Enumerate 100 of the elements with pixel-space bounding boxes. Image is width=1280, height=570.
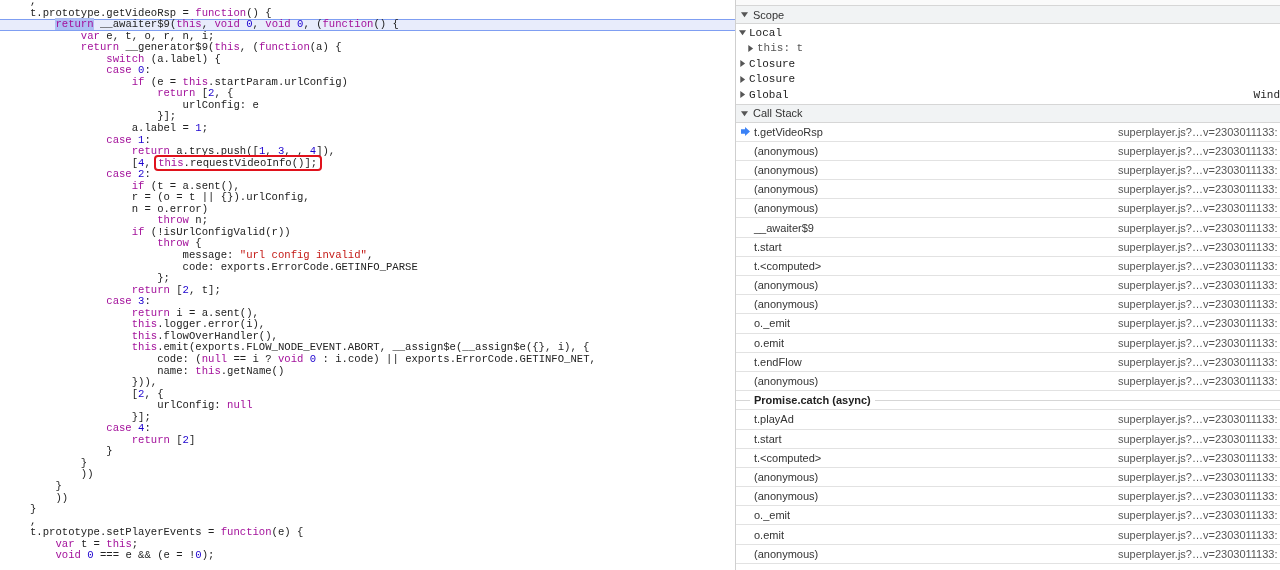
scope-item[interactable]: this: t [757,42,804,55]
frame-location[interactable]: superplayer.js?…v=2303011133: [1118,490,1280,503]
call-frame[interactable]: t.<computed> superplayer.js?…v=2303011133: [736,448,1280,468]
code-line: throw { [157,238,202,251]
code-line: t.prototype.getVideoRsp = function() { [29,7,273,19]
expanded-arrow-icon[interactable] [739,29,746,37]
expanded-arrow-icon[interactable] [741,109,748,117]
frame-location[interactable]: superplayer.js?…v=2303011133: [1118,298,1280,311]
call-frame[interactable]: (anonymous) superplayer.js?…v=2303011133: [736,180,1280,200]
call-frame[interactable]: o.emit superplayer.js?…v=2303011133: [736,333,1280,353]
code-line: case 2: [105,169,152,181]
collapsed-arrow-icon[interactable] [739,75,746,83]
frame-location[interactable]: superplayer.js?…v=2303011133: [1118,317,1280,330]
frame-location[interactable]: superplayer.js?…v=2303011133: [1118,202,1280,215]
code-line: this.logger.error(i), [130,319,267,331]
frame-location[interactable]: superplayer.js?…v=2303011133: [1118,432,1280,445]
scope-item[interactable]: Closure [749,57,796,70]
frame-location[interactable]: superplayer.js?…v=2303011133: [1118,221,1280,234]
scope-value: Wind [1253,88,1280,101]
code-line: t.prototype.setPlayerEvents = function(e) { [29,527,305,539]
call-frame[interactable]: (anonymous) superplayer.js?…v=2303011133: [736,295,1280,315]
frame-location[interactable]: superplayer.js?…v=2303011133: [1118,509,1280,522]
call-frame[interactable]: o.emit superplayer.js?…v=2303011133: [736,525,1280,545]
call-frame[interactable]: (anonymous) superplayer.js?…v=2303011133: [736,141,1280,161]
frame-name: __awaiter$9 [754,221,815,234]
frame-location[interactable]: superplayer.js?…v=2303011133: [1118,240,1280,253]
frame-location[interactable]: superplayer.js?…v=2303011133: [1118,528,1280,541]
code-line: } [79,457,88,470]
code-line: )) [54,492,70,505]
frame-name: o._emit [754,509,792,522]
async-label: Promise.catch (async) [753,394,872,407]
code-line: if (!isUrlConfigValid(r)) [130,226,292,239]
code-line: } [105,446,114,458]
code-line: }]; [156,111,178,123]
code-line: }]; [130,411,152,424]
code-line: name: this.getName() [156,365,286,378]
collapsed-arrow-icon[interactable] [739,60,746,68]
frame-location[interactable]: superplayer.js?…v=2303011133: [1118,355,1280,368]
expanded-arrow-icon[interactable] [741,11,748,18]
frame-location[interactable]: superplayer.js?…v=2303011133: [1118,183,1280,196]
code-line: case 0: [105,65,152,77]
frame-name: t.getVideoRsp [754,125,824,138]
frame-location[interactable]: superplayer.js?…v=2303011133: [1118,125,1280,138]
code-line: if (e = this.startParam.urlConfig) [130,76,349,89]
code-line: case 3: [105,296,152,308]
frame-location[interactable]: superplayer.js?…v=2303011133: [1118,336,1280,349]
call-frame[interactable]: t.getVideoRsp superplayer.js?…v=2303011133: [736,122,1280,142]
frame-name: (anonymous) [754,298,820,311]
collapsed-arrow-icon[interactable] [747,44,754,52]
call-frame[interactable]: __awaiter$9 superplayer.js?…v=2303011133: [736,218,1280,238]
scope-item[interactable]: Closure [749,73,796,86]
frame-location[interactable]: superplayer.js?…v=2303011133: [1118,144,1280,157]
call-frame[interactable]: (anonymous) superplayer.js?…v=2303011133: [736,160,1280,181]
call-frame[interactable]: (anonymous) superplayer.js?…v=2303011133: [736,199,1280,219]
frame-name: (anonymous) [754,279,820,292]
call-frame[interactable]: (anonymous) superplayer.js?…v=2303011133: [736,487,1280,507]
code-line: , [29,0,38,8]
call-frame[interactable]: t.<computed> superplayer.js?…v=2303011133: [736,256,1280,276]
frame-location[interactable]: superplayer.js?…v=2303011133: [1118,470,1280,483]
frame-location[interactable]: superplayer.js?…v=2303011133: [1118,375,1280,388]
frame-location[interactable]: superplayer.js?…v=2303011133: [1118,547,1280,560]
call-frame[interactable]: (anonymous) superplayer.js?…v=2303011133: [736,544,1280,564]
frame-name: (anonymous) [754,202,820,215]
section-title: Scope [753,8,785,21]
call-frame[interactable]: o._emit superplayer.js?…v=2303011133: [736,314,1280,334]
frame-location[interactable]: superplayer.js?…v=2303011133: [1118,451,1280,464]
code-line: })), [130,377,159,389]
call-frame[interactable]: t.start superplayer.js?…v=2303011133: [736,429,1280,449]
code-line: throw n; [156,215,210,227]
frame-location[interactable]: superplayer.js?…v=2303011133: [1118,259,1280,272]
call-frame[interactable]: t.start superplayer.js?…v=2303011133: [736,237,1280,257]
code-line: } [54,480,63,493]
frame-location[interactable]: superplayer.js?…v=2303011133: [1118,279,1280,292]
code-line: [4, this.requestVideoInfo()]; [0,157,735,170]
call-frame[interactable]: (anonymous) superplayer.js?…v=2303011133: [736,276,1280,296]
scope-item[interactable]: Local [749,26,782,39]
call-frame[interactable]: (anonymous) superplayer.js?…v=2303011133: [736,467,1280,488]
collapsed-arrow-icon[interactable] [739,91,746,99]
frame-name: t.<computed> [754,451,823,464]
code-line: return [2, { [156,88,234,100]
code-line: switch (a.label) { [105,53,222,66]
frame-name: (anonymous) [754,144,820,157]
call-frame[interactable]: o._emit superplayer.js?…v=2303011133: [736,506,1280,526]
code-line: message: "url config invalid", [181,250,375,262]
code-line: var t = this; [54,538,140,550]
call-frame[interactable]: t.playAd superplayer.js?…v=2303011133: [736,410,1280,430]
frame-location[interactable]: superplayer.js?…v=2303011133: [1118,163,1280,176]
code-line: code: (null == i ? void 0 : i.code) || exports.ErrorCode.GETINFO_NET, [156,353,597,366]
frame-name: o.emit [754,528,785,541]
code-line: case 4: [105,423,152,435]
frame-location[interactable]: superplayer.js?…v=2303011133: [1118,413,1280,426]
section-header[interactable]: Scope [736,6,1280,24]
code-line: )) [79,469,95,481]
scope-item[interactable]: Global [749,88,789,101]
section-title: Call Stack [753,107,803,119]
code-line: code: exports.ErrorCode.GETINFO_PARSE [181,261,419,274]
frame-name: t.playAd [754,413,795,426]
code-line: } [29,504,38,516]
call-frame[interactable]: t.endFlow superplayer.js?…v=2303011133: [736,352,1280,372]
call-frame[interactable]: (anonymous) superplayer.js?…v=2303011133: [736,371,1280,392]
